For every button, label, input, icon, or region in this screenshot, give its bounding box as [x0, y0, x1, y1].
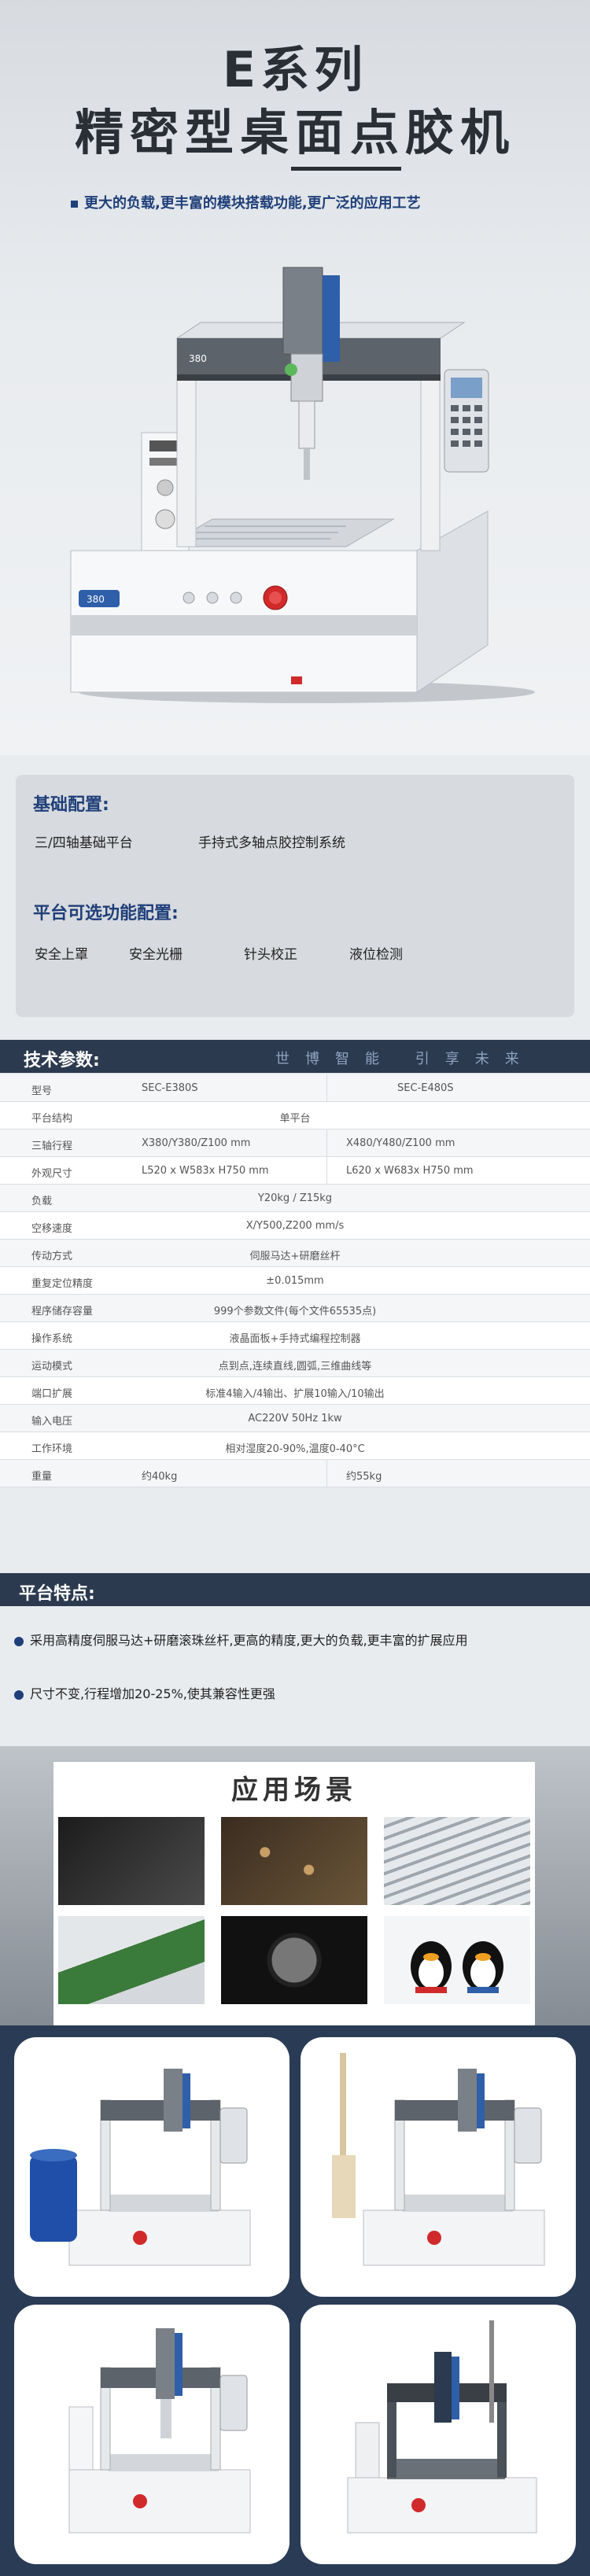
- spec-row: 输入电压 AC220V 50Hz 1kw: [0, 1405, 590, 1432]
- features-header-bar: 平台特点:: [0, 1573, 590, 1606]
- spec-label: 重量: [31, 1471, 53, 1483]
- square-bullet-icon: [71, 200, 78, 208]
- spec-value: 单平台: [279, 1113, 311, 1125]
- spec-value: 标准4输入/4输出、扩展10输入/10输出: [205, 1388, 385, 1400]
- spec-row: 外观尺寸 L520 x W583x H750 mm L620 x W683x H75…: [0, 1157, 590, 1185]
- spec-value-e380s: SEC-E380S: [142, 1082, 198, 1094]
- bullet-icon: [14, 1690, 24, 1700]
- spec-row: 重复定位精度 ±0.015mm: [0, 1267, 590, 1295]
- spec-value: X/Y500,Z200 mm/s: [245, 1220, 345, 1232]
- features-heading: 平台特点:: [19, 1584, 95, 1604]
- product-page: E系列 精密型桌面点胶机 更大的负载,更丰富的模块搭载功能,更广泛的应用工艺 3…: [0, 0, 590, 2576]
- spec-column-divider: [326, 1074, 327, 1102]
- product-photo-dark-gantry: [301, 2305, 576, 2564]
- application-photo-lens: [221, 1916, 367, 2004]
- spec-row: 负载 Y20kg / Z15kg: [0, 1185, 590, 1212]
- spec-value-e480s: SEC-E480S: [397, 1082, 454, 1094]
- application-photo-keychains: [384, 1916, 530, 2004]
- hero-title-product: 精密型桌面点胶机: [74, 104, 515, 161]
- spec-heading: 技术参数:: [24, 1051, 100, 1071]
- optional-config-item: 安全上罩: [35, 947, 88, 963]
- application-photo-phone-frame: [58, 1817, 205, 1905]
- spec-value-e480s: 约55kg: [346, 1471, 382, 1483]
- spec-row: 重量 约40kg 约55kg: [0, 1460, 590, 1487]
- spec-column-divider: [326, 1460, 327, 1487]
- spec-row: 三轴行程 X380/Y380/Z100 mm X480/Y480/Z100 mm: [0, 1130, 590, 1157]
- spec-value: 点到点,连续直线,圆弧,三维曲线等: [218, 1361, 372, 1373]
- spec-value: 999个参数文件(每个文件65535点): [213, 1306, 377, 1317]
- spec-value-e380s: X380/Y380/Z100 mm: [142, 1137, 251, 1149]
- svg-text:380: 380: [189, 353, 207, 364]
- feature-item: 采用高精度伺服马达+研磨滚珠丝杆,更高的精度,更大的负载,更丰富的扩展应用: [14, 1630, 468, 1649]
- application-photo-heatsink: [384, 1817, 530, 1905]
- spec-row: 传动方式 伺服马达+研磨丝杆: [0, 1240, 590, 1267]
- feature-item: 尺寸不变,行程增加20-25%,使其兼容性更强: [14, 1683, 275, 1702]
- spec-label: 三轴行程: [31, 1141, 73, 1152]
- spec-value-e380s: L520 x W583x H750 mm: [142, 1165, 269, 1177]
- hero-tagline-text: 更大的负载,更丰富的模块搭载功能,更广泛的应用工艺: [84, 195, 421, 212]
- spec-value: 液晶面板+手持式编程控制器: [229, 1333, 361, 1345]
- spec-value: 伺服马达+研磨丝杆: [249, 1251, 341, 1262]
- spec-row: 工作环境 相对湿度20-90%,温度0-40°C: [0, 1432, 590, 1460]
- product-photo-with-cartridge: [301, 2037, 576, 2297]
- spec-value-e480s: X480/Y480/Z100 mm: [346, 1137, 455, 1149]
- spec-value: AC220V 50Hz 1kw: [248, 1413, 342, 1424]
- spec-value-e480s: L620 x W683x H750 mm: [346, 1165, 474, 1177]
- optional-config-item: 液位检测: [349, 947, 403, 963]
- spec-row: 型号 SEC-E380S SEC-E480S: [0, 1074, 590, 1102]
- basic-config-heading: 基础配置:: [33, 795, 109, 815]
- spec-value: 相对湿度20-90%,温度0-40°C: [225, 1443, 365, 1455]
- spec-row: 程序储存容量 999个参数文件(每个文件65535点): [0, 1295, 590, 1322]
- hero-underline: [291, 167, 401, 171]
- spec-row: 操作系统 液晶面板+手持式编程控制器: [0, 1322, 590, 1350]
- spec-header-bar: 技术参数: 世博智能 引享未来: [0, 1040, 590, 1073]
- hero-title-series: E系列: [222, 41, 368, 98]
- spec-row: 端口扩展 标准4输入/4输出、扩展10输入/10输出: [0, 1377, 590, 1405]
- applications-title: 应用场景: [231, 1774, 357, 1806]
- basic-config-item: 三/四轴基础平台: [35, 835, 133, 851]
- product-photo-with-pressure-tank: [14, 2037, 289, 2297]
- basic-config-item: 手持式多轴点胶控制系统: [198, 835, 345, 851]
- application-photo-circuit-board: [58, 1916, 205, 2004]
- spec-row: 平台结构 单平台: [0, 1102, 590, 1130]
- spec-row: 空移速度 X/Y500,Z200 mm/s: [0, 1212, 590, 1240]
- feature-text: 尺寸不变,行程增加20-25%,使其兼容性更强: [30, 1686, 275, 1701]
- product-photo-with-valve: [14, 2305, 289, 2564]
- hero-section: E系列 精密型桌面点胶机 更大的负载,更丰富的模块搭载功能,更广泛的应用工艺 3…: [0, 0, 590, 755]
- applications-panel: 应用场景: [53, 1762, 535, 2045]
- spec-table: 型号 SEC-E380S SEC-E480S 平台结构 单平台三轴行程 X380/Y380…: [0, 1074, 590, 1487]
- spec-value-e380s: 约40kg: [142, 1471, 178, 1483]
- configuration-panel: 基础配置: 三/四轴基础平台 手持式多轴点胶控制系统 平台可选功能配置: 安全上…: [16, 775, 574, 1017]
- optional-config-item: 针头校正: [244, 947, 297, 963]
- spec-label: 型号: [31, 1085, 53, 1097]
- application-photo-components: [221, 1817, 367, 1905]
- spec-row: 运动模式 点到点,连续直线,圆弧,三维曲线等: [0, 1350, 590, 1377]
- spec-column-divider: [326, 1157, 327, 1185]
- base-logo-text: 380: [87, 594, 105, 605]
- spec-value: Y20kg / Z15kg: [257, 1192, 333, 1204]
- spec-label: 外观尺寸: [31, 1168, 73, 1180]
- feature-text: 采用高精度伺服马达+研磨滚珠丝杆,更高的精度,更大的负载,更丰富的扩展应用: [30, 1633, 468, 1648]
- spec-motto: 世博智能 引享未来: [275, 1051, 535, 1067]
- optional-config-heading: 平台可选功能配置:: [33, 904, 179, 923]
- spec-value: ±0.015mm: [266, 1275, 324, 1287]
- bullet-icon: [14, 1636, 24, 1646]
- spec-column-divider: [326, 1130, 327, 1157]
- dispensing-machine-illustration: 380 380: [70, 267, 535, 703]
- optional-config-item: 安全光栅: [129, 947, 183, 963]
- hero-tagline: 更大的负载,更丰富的模块搭载功能,更广泛的应用工艺: [71, 192, 543, 212]
